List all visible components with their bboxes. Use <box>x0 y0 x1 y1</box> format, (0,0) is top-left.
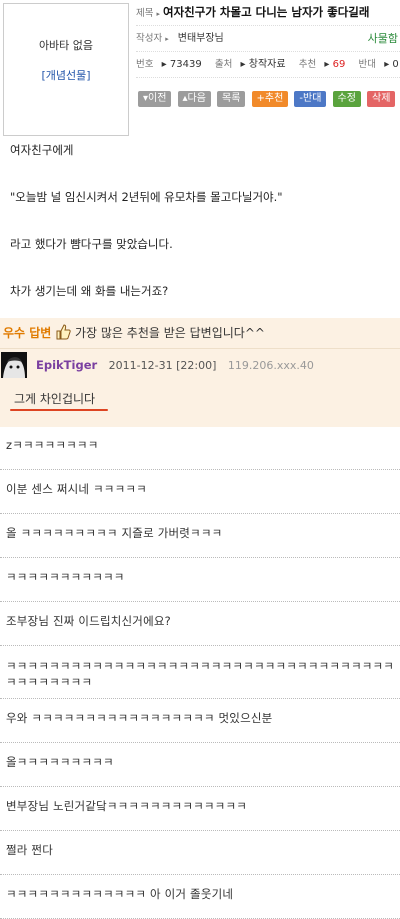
best-answer-header: 우수 답변 가장 많은 추천을 받은 답변입니다^^ <box>0 318 400 349</box>
avatar-none-text: 아바타 없음 <box>38 39 94 52</box>
body-line: 여자친구에게 <box>10 143 74 157</box>
user-nickname[interactable]: EpikTiger <box>36 358 97 372</box>
edit-button[interactable]: 수정 <box>332 91 361 107</box>
source-key: 출처 <box>214 59 233 70</box>
best-answer-text: 그게 차인겁니다 <box>14 392 96 406</box>
arrow-icon: ▸ <box>165 35 169 43</box>
post-header: 아바타 없음 [개념선물] 제목 ▸ 여자친구가 차몰고 다니는 남자가 좋다길래 … <box>0 0 400 136</box>
comment-text: ㅋㅋㅋㅋㅋㅋㅋㅋㅋㅋㅋ <box>6 570 125 584</box>
best-answer-user: EpikTiger 2011-12-31 [22:00] 119.206.xxx… <box>0 349 400 381</box>
comment-item: 올 ㅋㅋㅋㅋㅋㅋㅋㅋㅋ 지즐로 가버렷ㅋㅋㅋ <box>0 514 400 558</box>
comment-item: ㅋㅋㅋㅋㅋㅋㅋㅋㅋㅋㅋㅋㅋ 아 이거 졸웃기네 <box>0 875 400 919</box>
delete-button[interactable]: 삭제 <box>367 91 396 107</box>
oppose-button[interactable]: -반대 <box>294 91 327 107</box>
answer-ip: 119.206.xxx.40 <box>227 359 314 372</box>
thumbs-up-icon <box>55 321 71 340</box>
best-answer-body: 그게 차인겁니다 <box>0 381 400 427</box>
comment-text: ㅋㅋㅋㅋㅋㅋㅋㅋㅋㅋㅋㅋㅋ 아 이거 졸웃기네 <box>6 887 234 901</box>
list-button[interactable]: 목록 <box>217 91 246 107</box>
comment-item: ㅋㅋㅋㅋㅋㅋㅋㅋㅋㅋㅋ <box>0 558 400 602</box>
comment-text: 이분 센스 쩌시네 ㅋㅋㅋㅋㅋ <box>6 482 147 496</box>
comment-item: 우와 ㅋㅋㅋㅋㅋㅋㅋㅋㅋㅋㅋㅋㅋㅋㅋㅋㅋ 멋있으신분 <box>0 699 400 743</box>
comment-text: ㅋㅋㅋㅋㅋㅋㅋㅋㅋㅋㅋㅋㅋㅋㅋㅋㅋㅋㅋㅋㅋㅋㅋㅋㅋㅋㅋㅋㅋㅋㅋㅋㅋㅋㅋㅋㅋㅋㅋㅋ… <box>6 659 395 689</box>
comment-text: 올ㅋㅋㅋㅋㅋㅋㅋㅋㅋ <box>6 755 114 769</box>
body-line: "오늘밤 널 임신시켜서 2년뒤에 유모차를 몰고다닐거야." <box>10 190 283 204</box>
title-row: 제목 ▸ 여자친구가 차몰고 다니는 남자가 좋다길래 <box>136 0 400 26</box>
locker-link[interactable]: 사물함 <box>368 26 398 51</box>
opp-count: 0 <box>392 59 399 70</box>
writer-name[interactable]: 변태부장님 <box>178 33 224 44</box>
comment-item: 이분 센스 쩌시네 ㅋㅋㅋㅋㅋ <box>0 470 400 514</box>
post-buttons: ▾이전 ▴다음 목록 +추천 -반대 수정 삭제 <box>138 91 396 110</box>
comment-text: 조부장님 진짜 이드립치신거에요? <box>6 614 171 628</box>
answer-date: 2011-12-31 [22:00] <box>108 359 217 372</box>
recommend-button[interactable]: +추천 <box>251 91 289 107</box>
comment-text: 우와 ㅋㅋㅋㅋㅋㅋㅋㅋㅋㅋㅋㅋㅋㅋㅋㅋㅋ 멋있으신분 <box>6 711 273 725</box>
user-avatar <box>1 352 27 378</box>
post-body: 여자친구에게 "오늘밤 널 임신시켜서 2년뒤에 유모차를 몰고다닐거야." 라… <box>10 140 283 328</box>
comment-item: 조부장님 진짜 이드립치신거에요? <box>0 602 400 646</box>
avatar: 아바타 없음 [개념선물] <box>3 3 129 136</box>
comment-list: zㅋㅋㅋㅋㅋㅋㅋㅋ 이분 센스 쩌시네 ㅋㅋㅋㅋㅋ 올 ㅋㅋㅋㅋㅋㅋㅋㅋㅋ 지즐… <box>0 426 400 919</box>
writer-row: 작성자 ▸ 변태부장님 사물함 <box>136 26 400 52</box>
comment-text: zㅋㅋㅋㅋㅋㅋㅋㅋ <box>6 438 99 452</box>
post-number: 73439 <box>169 59 202 70</box>
rec-count: 69 <box>332 59 346 70</box>
rec-key: 추천 <box>298 59 317 70</box>
comment-text: 올 ㅋㅋㅋㅋㅋㅋㅋㅋㅋ 지즐로 가버렷ㅋㅋㅋ <box>6 526 223 540</box>
writer-key: 작성자 <box>136 33 163 44</box>
opp-key: 반대 <box>358 59 377 70</box>
post-meta: 제목 ▸ 여자친구가 차몰고 다니는 남자가 좋다길래 작성자 ▸ 변태부장님 사물함 … <box>136 0 400 78</box>
highlight-underline <box>10 409 108 411</box>
best-answer-label: 우수 답변 <box>3 326 52 340</box>
comment-item: zㅋㅋㅋㅋㅋㅋㅋㅋ <box>0 426 400 470</box>
comment-item: 변부장님 노린거같닼ㅋㅋㅋㅋㅋㅋㅋㅋㅋㅋㅋㅋㅋ <box>0 787 400 831</box>
title-key: 제목 <box>136 8 154 19</box>
arrow-icon: ▸ <box>156 10 160 18</box>
body-line: 라고 했다가 뺨다구를 맞았습니다. <box>10 237 173 251</box>
comment-text: 변부장님 노린거같닼ㅋㅋㅋㅋㅋㅋㅋㅋㅋㅋㅋㅋㅋ <box>6 799 248 813</box>
comment-item: ㅋㅋㅋㅋㅋㅋㅋㅋㅋㅋㅋㅋㅋㅋㅋㅋㅋㅋㅋㅋㅋㅋㅋㅋㅋㅋㅋㅋㅋㅋㅋㅋㅋㅋㅋㅋㅋㅋㅋㅋ… <box>0 646 400 699</box>
comment-item: 올ㅋㅋㅋㅋㅋㅋㅋㅋㅋ <box>0 743 400 787</box>
next-button[interactable]: ▴다음 <box>177 91 211 107</box>
comment-item: 쩔라 쩐다 <box>0 831 400 875</box>
post-source: 창작자료 <box>248 59 286 70</box>
best-answer: 우수 답변 가장 많은 추천을 받은 답변입니다^^ EpikTiger 201… <box>0 318 400 427</box>
comment-text: 쩔라 쩐다 <box>6 843 53 857</box>
stats-row: 번호 ▸ 73439 출처 ▸ 창작자료 추천 ▸ 69 반대 ▸ 0 조회 ▸… <box>136 52 400 78</box>
no-key: 번호 <box>136 59 154 70</box>
prev-button[interactable]: ▾이전 <box>138 91 172 107</box>
post-title: 여자친구가 차몰고 다니는 남자가 좋다길래 <box>163 5 370 19</box>
best-answer-desc: 가장 많은 추천을 받은 답변입니다^^ <box>75 326 265 340</box>
gift-link[interactable]: [개념선물] <box>4 67 128 83</box>
